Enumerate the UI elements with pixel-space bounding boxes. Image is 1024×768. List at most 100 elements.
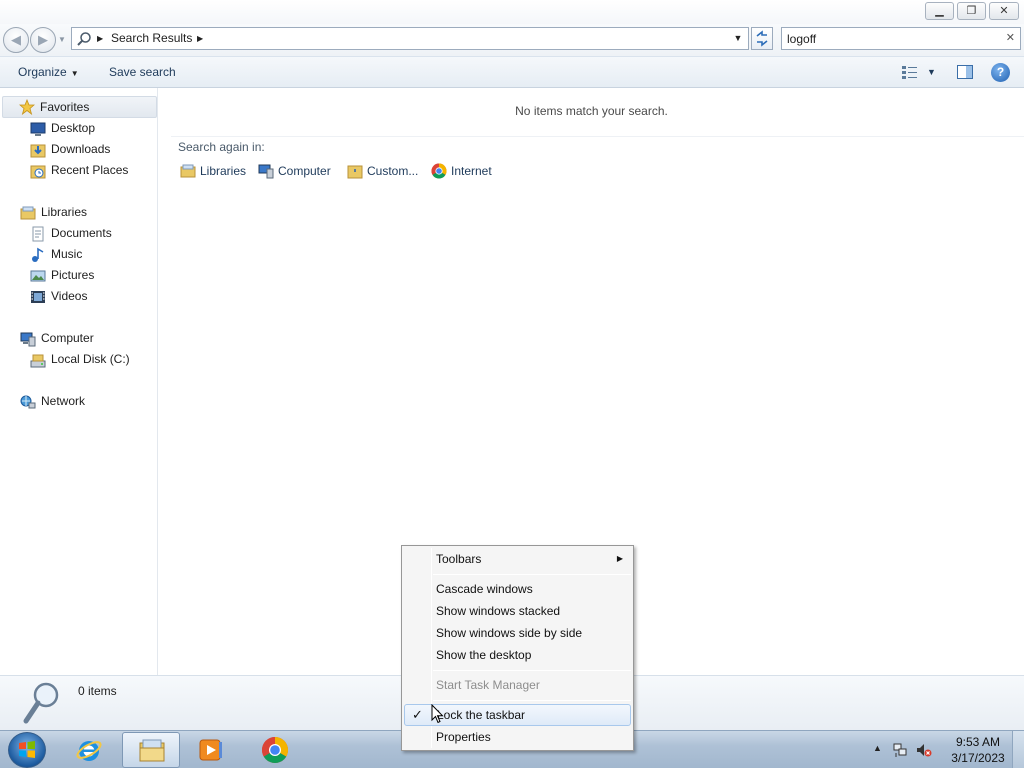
menu-item-label: Toolbars bbox=[436, 552, 482, 566]
sidebar-item-label: Downloads bbox=[51, 142, 111, 156]
menu-item-properties[interactable]: Properties bbox=[404, 726, 631, 748]
show-hidden-icons-icon[interactable]: ▲ bbox=[873, 743, 882, 753]
volume-muted-icon[interactable] bbox=[916, 742, 932, 758]
clear-search-icon[interactable]: ✕ bbox=[1006, 28, 1015, 49]
menu-item-cascade-windows[interactable]: Cascade windows bbox=[404, 578, 631, 600]
search-input[interactable] bbox=[787, 30, 997, 47]
refresh-button[interactable] bbox=[751, 27, 773, 50]
close-button[interactable]: ✕ bbox=[989, 2, 1019, 20]
sidebar-item-computer[interactable]: Computer bbox=[20, 328, 155, 349]
sidebar-item-local-disk[interactable]: Local Disk (C:) bbox=[30, 349, 155, 370]
breadcrumb-search-results[interactable]: Search Results bbox=[111, 28, 192, 49]
item-count: 0 items bbox=[78, 684, 117, 698]
taskbar-chrome[interactable] bbox=[246, 732, 304, 768]
sidebar-item-label: Music bbox=[51, 247, 83, 261]
change-view-icon[interactable] bbox=[902, 65, 918, 79]
submenu-arrow-icon: ▶ bbox=[616, 554, 623, 563]
sidebar-item-libraries[interactable]: Libraries bbox=[20, 202, 155, 223]
system-tray: ▲ 9:53 AM 3/17/2023 bbox=[864, 731, 1024, 768]
save-search-label: Save search bbox=[109, 65, 176, 79]
search-again-link-label: Libraries bbox=[200, 164, 247, 178]
menu-item-label: Start Task Manager bbox=[436, 678, 540, 692]
menu-item-toolbars[interactable]: Toolbars ▶ bbox=[404, 548, 631, 570]
sidebar-item-downloads[interactable]: Downloads bbox=[30, 139, 155, 160]
search-box[interactable]: ✕ bbox=[781, 27, 1021, 50]
explorer-icon bbox=[139, 739, 165, 762]
menu-item-label: Show windows side by side bbox=[436, 626, 583, 640]
organize-button[interactable]: Organize ▼ bbox=[18, 57, 79, 89]
menu-item-show-the-desktop[interactable]: Show the desktop bbox=[404, 644, 631, 666]
sidebar-item-documents[interactable]: Documents bbox=[30, 223, 155, 244]
local-disk-icon bbox=[30, 354, 46, 368]
view-options-dropdown-icon[interactable]: ▼ bbox=[927, 57, 936, 87]
preview-pane-icon[interactable] bbox=[957, 65, 973, 79]
windows-logo-icon bbox=[19, 741, 35, 758]
network-tray-icon[interactable] bbox=[892, 742, 908, 758]
restore-button[interactable]: ❐ bbox=[957, 2, 986, 20]
menu-separator bbox=[433, 670, 631, 671]
clock-time: 9:53 AM bbox=[955, 735, 1001, 749]
taskbar-windows-explorer[interactable] bbox=[122, 732, 180, 768]
music-icon bbox=[32, 247, 44, 262]
restore-icon: ❐ bbox=[966, 5, 977, 17]
minimize-icon: ▁ bbox=[935, 5, 944, 17]
chevron-down-icon: ▼ bbox=[70, 69, 79, 78]
breadcrumb-separator-icon[interactable]: ▶ bbox=[197, 32, 203, 46]
computer-icon bbox=[258, 164, 274, 179]
empty-results-message: No items match your search. bbox=[515, 104, 668, 118]
search-again-link-label: Custom... bbox=[367, 164, 419, 178]
sidebar-item-label: Network bbox=[41, 394, 86, 408]
show-desktop-button[interactable] bbox=[1012, 731, 1024, 768]
sidebar-item-label: Favorites bbox=[40, 100, 90, 114]
sidebar-item-label: Desktop bbox=[51, 121, 96, 135]
videos-icon bbox=[31, 291, 45, 303]
menu-separator bbox=[433, 700, 631, 701]
minimize-button[interactable]: ▁ bbox=[925, 2, 954, 20]
search-again-label: Search again in: bbox=[178, 140, 265, 154]
sidebar-item-desktop[interactable]: Desktop bbox=[30, 118, 155, 139]
menu-item-label: Show windows stacked bbox=[436, 604, 561, 618]
clock[interactable]: 9:53 AM 3/17/2023 bbox=[942, 734, 1014, 766]
libraries-icon bbox=[180, 164, 196, 178]
forward-button[interactable]: ▶ bbox=[30, 27, 56, 53]
libraries-icon bbox=[20, 206, 36, 220]
sidebar-item-favorites[interactable]: Favorites bbox=[2, 96, 157, 118]
save-search-button[interactable]: Save search bbox=[109, 57, 176, 87]
sidebar-item-label: Recent Places bbox=[51, 163, 129, 177]
refresh-icon bbox=[756, 30, 768, 47]
menu-item-start-task-manager[interactable]: Start Task Manager bbox=[404, 674, 631, 696]
breadcrumb-separator-icon[interactable]: ▶ bbox=[97, 32, 103, 46]
computer-icon bbox=[20, 332, 36, 347]
media-player-icon bbox=[199, 739, 222, 761]
sidebar-item-music[interactable]: Music bbox=[30, 244, 155, 265]
back-button[interactable]: ◀ bbox=[3, 27, 29, 53]
sidebar-item-label: Documents bbox=[51, 226, 112, 240]
sidebar-item-videos[interactable]: Videos bbox=[30, 286, 155, 307]
start-button[interactable] bbox=[8, 732, 46, 768]
sidebar-item-recent-places[interactable]: Recent Places bbox=[30, 160, 155, 181]
search-again-link-label: Internet bbox=[451, 164, 492, 178]
sidebar-item-network[interactable]: Network bbox=[20, 391, 155, 412]
internet-explorer-icon bbox=[76, 741, 102, 761]
star-icon bbox=[19, 99, 35, 115]
sidebar-item-label: Local Disk (C:) bbox=[51, 352, 130, 366]
navigation-bar: ◀ ▶ ▼ ▶ Search Results ▶ ▼ ✕ bbox=[0, 24, 1024, 56]
taskbar-internet-explorer[interactable] bbox=[60, 732, 118, 768]
sidebar-item-label: Computer bbox=[41, 331, 94, 345]
sidebar-item-pictures[interactable]: Pictures bbox=[30, 265, 155, 286]
back-arrow-icon: ◀ bbox=[11, 32, 21, 47]
help-icon[interactable]: ? bbox=[991, 63, 1010, 82]
menu-item-label: Show the desktop bbox=[436, 648, 532, 662]
menu-item-show-windows-side-by-side[interactable]: Show windows side by side bbox=[404, 622, 631, 644]
address-bar[interactable]: ▶ Search Results ▶ ▼ bbox=[71, 27, 749, 50]
chrome-icon bbox=[431, 163, 447, 179]
taskbar-media-player[interactable] bbox=[182, 732, 240, 768]
address-dropdown-icon[interactable]: ▼ bbox=[731, 28, 745, 49]
close-icon: ✕ bbox=[999, 5, 1009, 17]
clock-date: 3/17/2023 bbox=[951, 751, 1005, 765]
sidebar-item-label: Libraries bbox=[41, 205, 88, 219]
menu-item-show-windows-stacked[interactable]: Show windows stacked bbox=[404, 600, 631, 622]
recent-places-icon bbox=[30, 165, 46, 179]
window-controls: ▁ ❐ ✕ bbox=[925, 2, 1019, 20]
recent-pages-dropdown[interactable]: ▼ bbox=[58, 34, 68, 46]
